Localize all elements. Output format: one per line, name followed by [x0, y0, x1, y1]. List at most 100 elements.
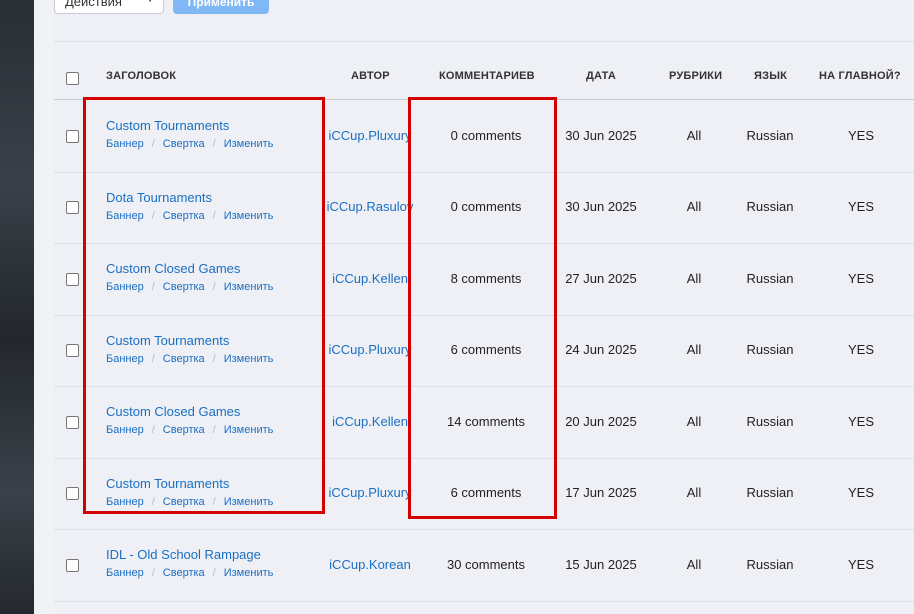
- banner-link[interactable]: Баннер: [106, 567, 144, 579]
- comments-count: 6 comments: [450, 342, 522, 358]
- row-checkbox[interactable]: [66, 487, 79, 501]
- banner-link[interactable]: Баннер: [106, 210, 144, 222]
- post-title-link[interactable]: Custom Tournaments: [106, 476, 229, 491]
- post-title-link[interactable]: Custom Tournaments: [106, 333, 229, 348]
- collapse-link[interactable]: Свертка: [163, 567, 205, 579]
- row-divider: [54, 314, 914, 316]
- post-date: 30 Jun 2025: [565, 127, 637, 143]
- author-link[interactable]: iCCup.Kellen: [324, 414, 416, 429]
- post-language: Russian: [746, 127, 794, 143]
- post-date: 15 Jun 2025: [565, 556, 637, 572]
- posts-list-panel: [54, 0, 914, 614]
- row-checkbox[interactable]: [66, 415, 79, 429]
- post-language: Russian: [746, 485, 794, 501]
- row-checkbox[interactable]: [66, 201, 79, 215]
- post-title-link[interactable]: Custom Closed Games: [106, 261, 240, 276]
- post-title-link[interactable]: Dota Tournaments: [106, 190, 212, 205]
- comments-count: 0 comments: [450, 127, 522, 143]
- post-date: 20 Jun 2025: [565, 413, 637, 429]
- row-actions: Баннер / Свертка / Изменить: [106, 210, 273, 222]
- row-checkbox[interactable]: [66, 272, 79, 286]
- action-separator: /: [151, 209, 155, 222]
- post-date: 30 Jun 2025: [565, 199, 637, 215]
- action-separator: /: [151, 424, 155, 436]
- post-language: Russian: [746, 342, 794, 358]
- post-title-link[interactable]: Custom Closed Games: [106, 404, 240, 419]
- edit-link[interactable]: Изменить: [224, 138, 274, 150]
- author-link[interactable]: iCCup.Pluxury: [324, 342, 416, 357]
- edit-link[interactable]: Изменить: [224, 281, 274, 293]
- post-category: All: [686, 270, 702, 286]
- row-checkbox[interactable]: [66, 129, 79, 143]
- author-link[interactable]: iCCup.Pluxury: [324, 128, 416, 143]
- collapse-link[interactable]: Свертка: [163, 496, 205, 508]
- comments-count: 30 comments: [446, 556, 526, 572]
- author-link[interactable]: iCCup.Pluxury: [324, 485, 416, 500]
- author-link[interactable]: iCCup.Kellen: [324, 271, 416, 286]
- post-category: All: [686, 127, 702, 143]
- banner-link[interactable]: Баннер: [106, 353, 144, 365]
- action-separator: /: [212, 495, 216, 508]
- post-category: All: [686, 413, 702, 429]
- post-category: All: [686, 199, 702, 215]
- author-link[interactable]: iCCup.Korean: [324, 557, 416, 572]
- collapse-link[interactable]: Свертка: [163, 138, 205, 150]
- header-divider: [54, 99, 914, 100]
- bulk-actions-value: Действия: [65, 0, 122, 9]
- on-main-status: YES: [847, 413, 874, 429]
- banner-link[interactable]: Баннер: [106, 281, 144, 293]
- collapse-link[interactable]: Свертка: [163, 210, 205, 222]
- row-actions: Баннер / Свертка / Изменить: [106, 424, 273, 436]
- on-main-status: YES: [847, 270, 874, 286]
- background-image-strip: [0, 0, 34, 614]
- on-main-status: YES: [847, 342, 874, 358]
- row-divider: [54, 386, 914, 387]
- row-divider: [54, 171, 914, 173]
- column-header-on-main[interactable]: НА ГЛАВНОЙ?: [819, 70, 901, 82]
- on-main-status: YES: [847, 199, 874, 215]
- on-main-status: YES: [847, 127, 874, 143]
- edit-link[interactable]: Изменить: [224, 424, 274, 436]
- banner-link[interactable]: Баннер: [106, 138, 144, 150]
- on-main-status: YES: [847, 556, 874, 572]
- row-actions: Баннер / Свертка / Изменить: [106, 496, 273, 508]
- row-divider: [54, 600, 914, 602]
- toolbar-divider: [54, 41, 914, 42]
- action-separator: /: [212, 567, 216, 579]
- post-title-link[interactable]: IDL - Old School Rampage: [106, 547, 261, 562]
- edit-link[interactable]: Изменить: [224, 353, 274, 365]
- apply-button[interactable]: Применить: [173, 0, 269, 14]
- post-language: Russian: [746, 556, 794, 572]
- post-date: 27 Jun 2025: [565, 270, 637, 286]
- edit-link[interactable]: Изменить: [224, 496, 274, 508]
- post-title-link[interactable]: Custom Tournaments: [106, 118, 229, 133]
- column-header-language[interactable]: ЯЗЫК: [754, 70, 787, 82]
- action-separator: /: [212, 281, 216, 293]
- column-header-categories[interactable]: РУБРИКИ: [669, 70, 722, 82]
- banner-link[interactable]: Баннер: [106, 424, 144, 436]
- chevron-down-icon: ▼: [145, 0, 155, 5]
- column-header-author[interactable]: АВТОР: [351, 70, 390, 82]
- column-header-title[interactable]: ЗАГОЛОВОК: [106, 70, 176, 82]
- post-category: All: [686, 342, 702, 358]
- column-header-comments[interactable]: КОММЕНТАРИЕВ: [439, 70, 535, 82]
- action-separator: /: [151, 495, 155, 508]
- row-checkbox[interactable]: [66, 558, 79, 572]
- post-language: Russian: [746, 413, 794, 429]
- bulk-actions-select[interactable]: Действия ▼: [54, 0, 164, 14]
- select-all-checkbox[interactable]: [66, 72, 79, 85]
- row-checkbox[interactable]: [66, 344, 79, 358]
- collapse-link[interactable]: Свертка: [163, 353, 205, 365]
- collapse-link[interactable]: Свертка: [163, 424, 205, 436]
- column-header-date[interactable]: ДАТА: [586, 70, 616, 82]
- banner-link[interactable]: Баннер: [106, 496, 144, 508]
- action-separator: /: [212, 209, 216, 222]
- edit-link[interactable]: Изменить: [224, 210, 274, 222]
- post-language: Russian: [746, 199, 794, 215]
- comments-count: 8 comments: [450, 270, 522, 286]
- action-separator: /: [151, 567, 155, 579]
- on-main-status: YES: [847, 485, 874, 501]
- author-link[interactable]: iCCup.Rasulov: [324, 199, 416, 214]
- edit-link[interactable]: Изменить: [224, 567, 274, 579]
- collapse-link[interactable]: Свертка: [163, 281, 205, 293]
